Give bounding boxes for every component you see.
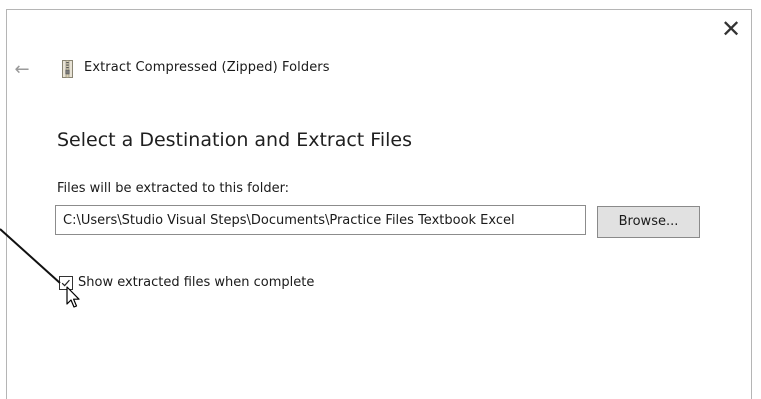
mouse-pointer-icon (66, 286, 80, 308)
callout-line (0, 228, 61, 284)
